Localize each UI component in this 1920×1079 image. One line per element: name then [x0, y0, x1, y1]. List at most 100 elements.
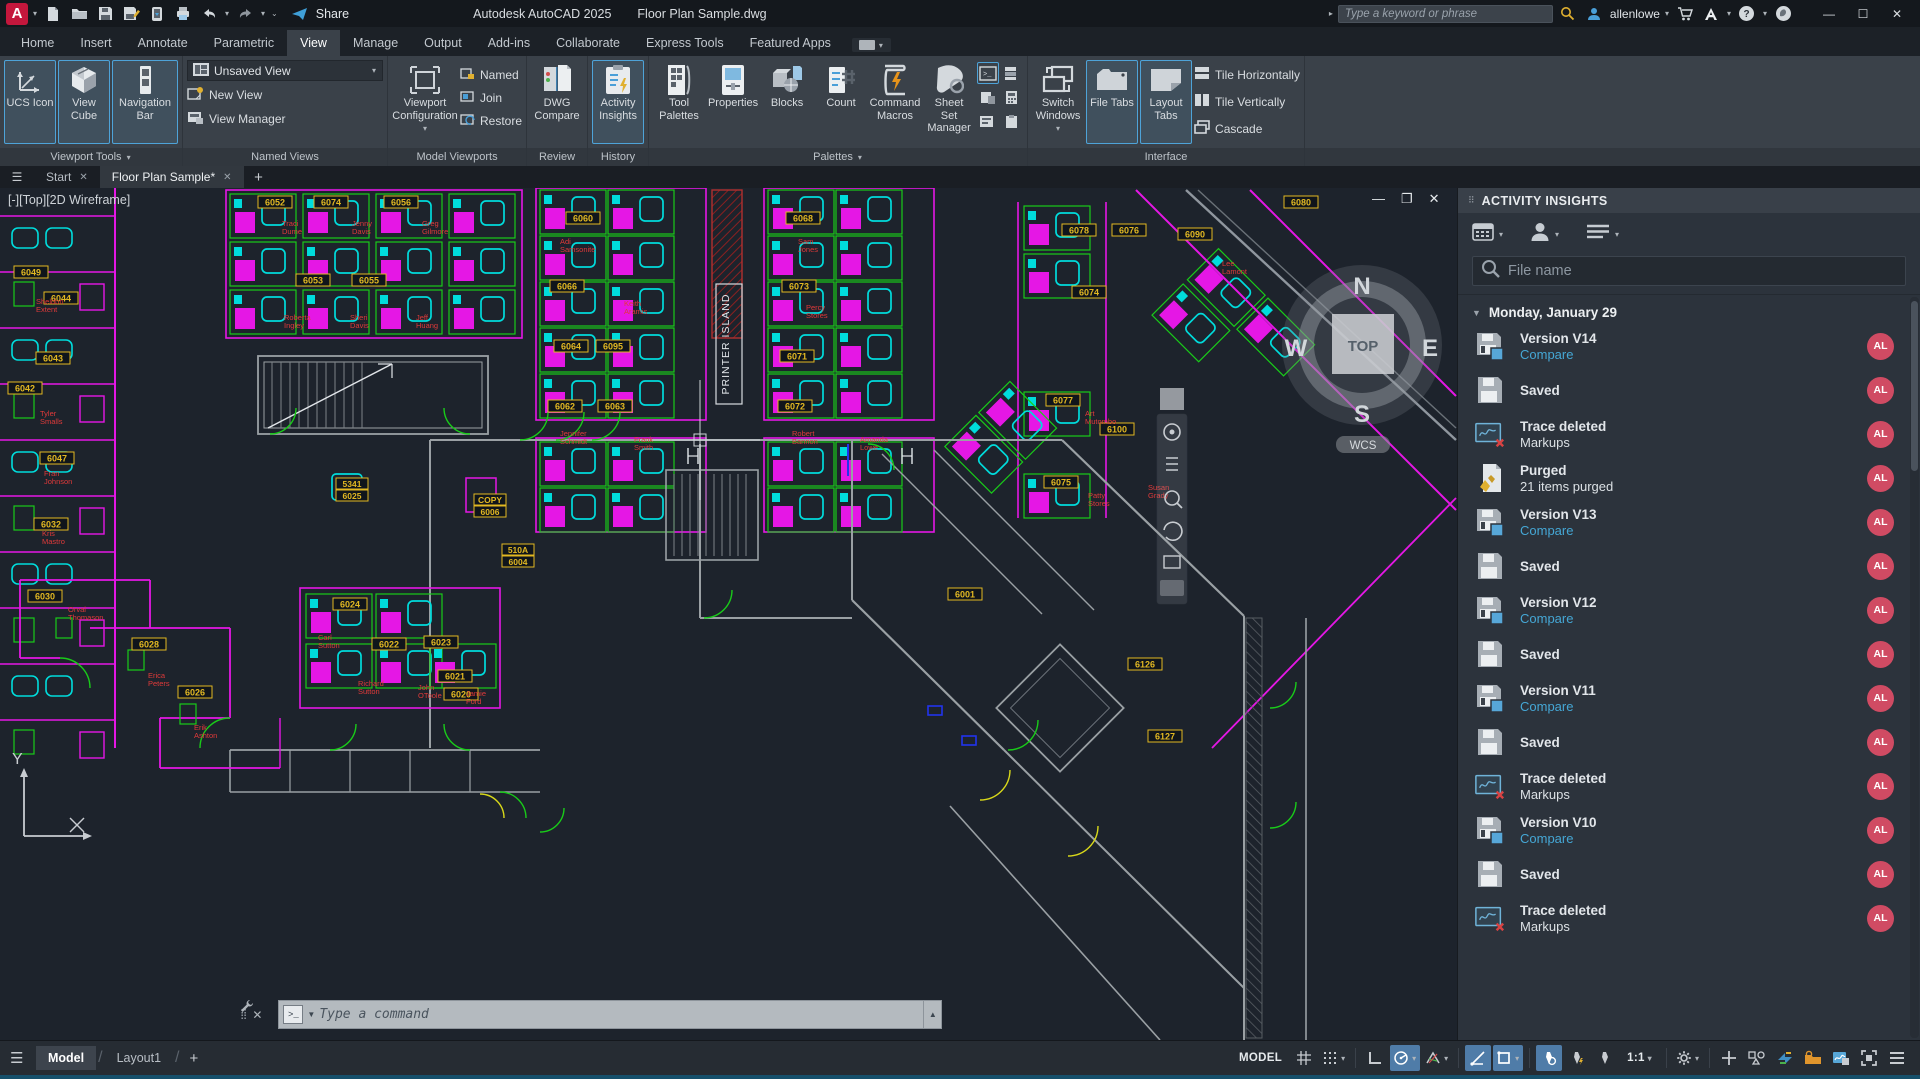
layout-tabs-button[interactable]: Layout Tabs [1140, 60, 1192, 144]
activity-item[interactable]: Saved AL [1458, 720, 1920, 764]
snap-icon[interactable]: ▾ [1319, 1045, 1349, 1071]
activity-item[interactable]: Version V12 Compare AL [1458, 588, 1920, 632]
open-mobile-icon[interactable] [146, 4, 168, 24]
file-tab-start[interactable]: Start✕ [34, 166, 100, 188]
new-drawing-tab-button[interactable]: + [244, 166, 274, 188]
viewport-configuration-button[interactable]: Viewport Configuration ▾ [392, 60, 458, 144]
trace-icon[interactable] [1800, 1045, 1826, 1071]
avatar[interactable]: AL [1867, 861, 1894, 888]
avatar[interactable]: AL [1867, 773, 1894, 800]
tile-horizontally-button[interactable]: Tile Horizontally [1194, 64, 1300, 85]
redo-icon[interactable] [234, 4, 256, 24]
file-name-search[interactable] [1472, 256, 1906, 286]
close-tab-icon[interactable]: ✕ [223, 172, 231, 183]
minimize-button[interactable]: — [1812, 2, 1846, 26]
polar-icon[interactable]: ▾ [1390, 1045, 1420, 1071]
avatar[interactable]: AL [1867, 729, 1894, 756]
avatar[interactable]: AL [1867, 465, 1894, 492]
group-label-viewport-tools[interactable]: Viewport Tools▾ [0, 148, 182, 166]
panel-scrollbar[interactable] [1910, 297, 1919, 1038]
new-view-button[interactable]: New View [187, 84, 383, 105]
dwg-compare-button[interactable]: DWG Compare [531, 60, 583, 144]
osnap-icon[interactable]: ▾ [1493, 1045, 1523, 1071]
compare-link[interactable]: Compare [1520, 611, 1597, 626]
named-viewports-button[interactable]: Named [460, 64, 522, 85]
command-history-up-icon[interactable]: ▲ [924, 1000, 942, 1029]
help-search-input[interactable] [1338, 5, 1553, 23]
view-manager-button[interactable]: View Manager [187, 108, 383, 129]
status-menu-icon[interactable] [1884, 1045, 1910, 1071]
markup-palette-icon[interactable] [977, 110, 999, 132]
ortho-icon[interactable] [1362, 1045, 1388, 1071]
avatar[interactable]: AL [1867, 597, 1894, 624]
avatar[interactable]: AL [1867, 421, 1894, 448]
command-macros-button[interactable]: Command Macros [869, 60, 921, 144]
compare-link[interactable]: Compare [1520, 523, 1597, 538]
layer-palette-icon[interactable] [1001, 62, 1023, 84]
activity-item[interactable]: Saved AL [1458, 368, 1920, 412]
tab-featured-apps[interactable]: Featured Apps [737, 30, 844, 56]
file-name-search-input[interactable] [1508, 263, 1897, 279]
compare-link[interactable]: Compare [1520, 831, 1597, 846]
new-layout-button[interactable]: + [190, 1050, 199, 1067]
insights-icon[interactable] [1828, 1045, 1854, 1071]
tab-annotate[interactable]: Annotate [125, 30, 201, 56]
tab-express-tools[interactable]: Express Tools [633, 30, 737, 56]
help-dropdown-icon[interactable]: ▾ [1763, 9, 1767, 18]
join-viewports-button[interactable]: Join [460, 87, 522, 108]
avatar[interactable]: AL [1867, 641, 1894, 668]
activity-item[interactable]: Trace deleted Markups AL [1458, 764, 1920, 808]
save-icon[interactable] [94, 4, 116, 24]
activity-item[interactable]: Trace deleted Markups AL [1458, 896, 1920, 940]
panel-scrollbar-thumb[interactable] [1911, 301, 1918, 471]
otrack-icon[interactable] [1465, 1045, 1491, 1071]
tab-collaborate[interactable]: Collaborate [543, 30, 633, 56]
activity-item[interactable]: Version V14 Compare AL [1458, 324, 1920, 368]
drawing-restore-icon[interactable]: ❐ [1401, 191, 1413, 207]
compare-link[interactable]: Compare [1520, 347, 1597, 362]
new-file-icon[interactable] [42, 4, 64, 24]
restore-viewports-button[interactable]: Restore [460, 110, 522, 131]
command-prompt-icon[interactable]: >_ [283, 1005, 303, 1024]
sheet-set-manager-button[interactable]: Sheet Set Manager [923, 60, 975, 144]
drawing-minimize-icon[interactable]: — [1372, 191, 1385, 207]
customize-plus-icon[interactable] [1716, 1045, 1742, 1071]
avatar[interactable]: AL [1867, 553, 1894, 580]
file-tab-menu-icon[interactable]: ☰ [0, 166, 34, 188]
view-dropdown[interactable]: Unsaved View▾ [187, 60, 383, 81]
panel-drag-handle[interactable]: ⠿ [1468, 195, 1474, 206]
compare-link[interactable]: Compare [1520, 699, 1596, 714]
autodesk-dropdown-icon[interactable]: ▾ [1727, 9, 1731, 18]
activity-item[interactable]: Saved AL [1458, 852, 1920, 896]
user-filter-button[interactable]: ▾ [1530, 222, 1560, 246]
activity-item[interactable]: Saved AL [1458, 544, 1920, 588]
activity-item[interactable]: Trace deleted Markups AL [1458, 412, 1920, 456]
date-range-filter-button[interactable]: ▾ [1472, 223, 1504, 246]
annotation-scale-button[interactable]: 1:1▾ [1620, 1045, 1660, 1071]
assistant-icon[interactable] [1772, 4, 1794, 24]
redo-dropdown-icon[interactable]: ▾ [261, 9, 265, 18]
tab-insert[interactable]: Insert [67, 30, 124, 56]
blocks-button[interactable]: Blocks [761, 60, 813, 144]
tab-parametric[interactable]: Parametric [201, 30, 287, 56]
tab-manage[interactable]: Manage [340, 30, 411, 56]
view-cube-button[interactable]: View Cube [58, 60, 110, 144]
command-input[interactable] [319, 1007, 919, 1022]
autodesk-a-icon[interactable] [1700, 4, 1722, 24]
annotation-autoscale-icon[interactable] [1564, 1045, 1590, 1071]
layout-menu-icon[interactable]: ☰ [10, 1049, 36, 1067]
model-tab[interactable]: Model [36, 1046, 96, 1070]
close-button[interactable]: ✕ [1880, 2, 1914, 26]
avatar[interactable]: AL [1867, 333, 1894, 360]
print-icon[interactable] [172, 4, 194, 24]
calculator-palette-icon[interactable] [1001, 86, 1023, 108]
avatar[interactable]: AL [1867, 685, 1894, 712]
cascade-button[interactable]: Cascade [1194, 118, 1300, 139]
isodraft-icon[interactable]: ▾ [1422, 1045, 1452, 1071]
activity-item[interactable]: Saved AL [1458, 632, 1920, 676]
autocad-logo[interactable]: A [6, 3, 28, 25]
activity-panel-header[interactable]: ⠿ ACTIVITY INSIGHTS [1458, 188, 1920, 213]
app-store-cart-icon[interactable] [1674, 4, 1696, 24]
navigation-bar-button[interactable]: Navigation Bar [112, 60, 178, 144]
user-account[interactable]: allenlowe [1583, 4, 1660, 24]
